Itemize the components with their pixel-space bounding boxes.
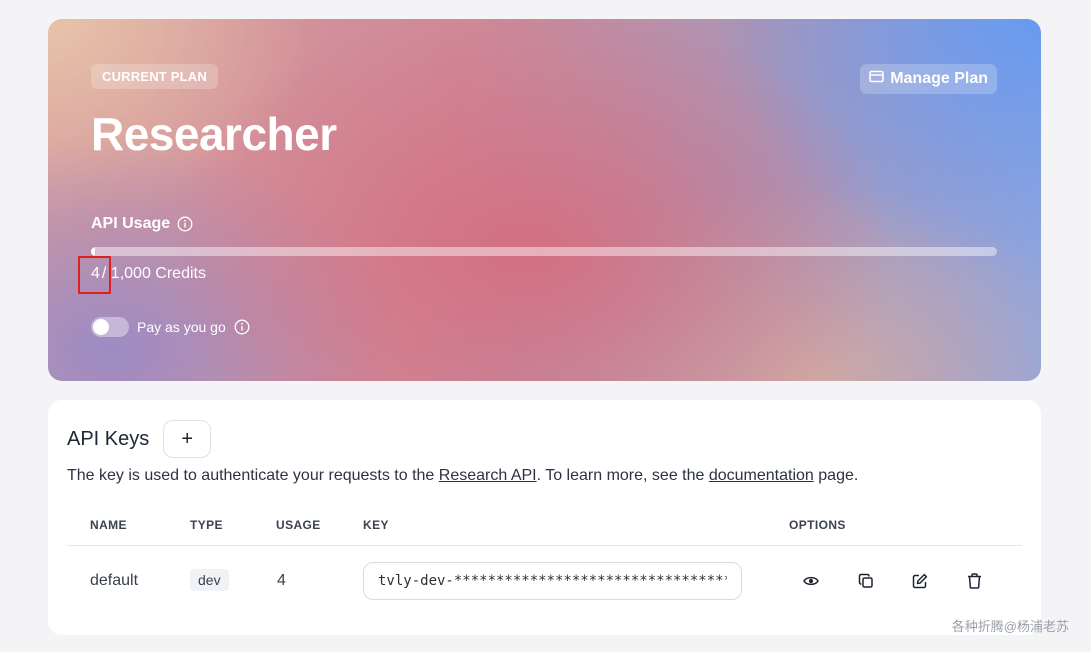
key-name: default: [90, 572, 139, 589]
pay-as-you-go-row: Pay as you go: [91, 317, 250, 337]
usage-progress-fill: [91, 247, 95, 256]
info-icon[interactable]: [234, 319, 250, 335]
pay-as-you-go-label: Pay as you go: [137, 319, 226, 335]
api-keys-title: API Keys: [67, 427, 150, 450]
key-type-chip: dev: [190, 569, 229, 591]
column-header-key: KEY: [363, 518, 389, 532]
api-keys-description: The key is used to authenticate your req…: [67, 467, 858, 485]
key-usage: 4: [277, 572, 286, 589]
pay-as-you-go-toggle[interactable]: [91, 317, 129, 337]
plan-card: CURRENT PLAN Manage Plan Researcher API …: [48, 19, 1041, 381]
api-key-field[interactable]: tvly-dev-*******************************…: [363, 562, 742, 600]
eye-icon[interactable]: [800, 570, 822, 592]
usage-progress-bar: [91, 247, 997, 256]
desc-prefix: The key is used to authenticate your req…: [67, 467, 439, 484]
table-divider: [67, 545, 1022, 546]
info-icon[interactable]: [177, 216, 193, 232]
trash-icon[interactable]: [963, 570, 985, 592]
desc-middle: . To learn more, see the: [536, 467, 709, 484]
api-keys-header: API Keys +: [67, 420, 212, 458]
copy-icon[interactable]: [855, 570, 877, 592]
current-plan-badge: CURRENT PLAN: [91, 64, 218, 89]
manage-plan-label: Manage Plan: [890, 70, 988, 87]
highlight-box-credits: [78, 256, 111, 294]
manage-plan-button[interactable]: Manage Plan: [860, 64, 997, 94]
credits-total: / 1,000 Credits: [101, 265, 206, 282]
watermark: 各种折腾@杨浦老苏: [951, 619, 1069, 634]
research-api-link[interactable]: Research API: [439, 467, 537, 484]
toggle-knob: [93, 319, 109, 335]
edit-icon[interactable]: [909, 570, 931, 592]
add-key-button[interactable]: +: [163, 420, 212, 458]
documentation-link[interactable]: documentation: [709, 467, 814, 484]
api-key-value: tvly-dev-*******************************…: [378, 573, 727, 589]
column-header-name: NAME: [90, 518, 127, 532]
api-keys-card: API Keys + The key is used to authentica…: [48, 400, 1041, 635]
desc-suffix: page.: [813, 467, 859, 484]
api-usage-heading: API Usage: [91, 215, 193, 233]
column-header-usage: USAGE: [276, 518, 321, 532]
plan-name: Researcher: [91, 108, 337, 160]
api-usage-label: API Usage: [91, 215, 171, 232]
column-header-type: TYPE: [190, 518, 223, 532]
column-header-options: OPTIONS: [789, 518, 846, 532]
credit-card-icon: [869, 70, 884, 88]
